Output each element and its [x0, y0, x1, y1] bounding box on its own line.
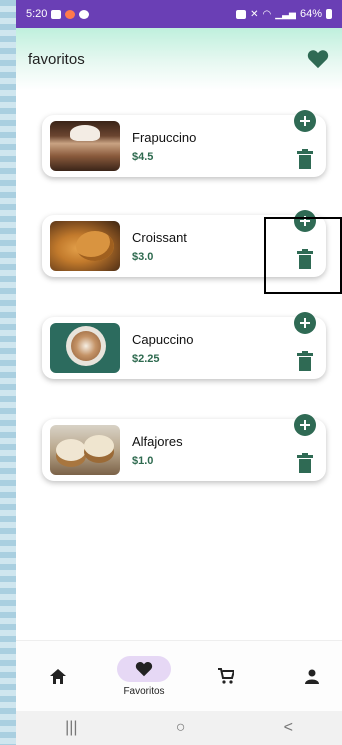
alarm-icon — [236, 9, 247, 19]
product-image-croissant — [50, 221, 120, 271]
product-image-frapuccino — [50, 121, 120, 171]
nav-item-favoritos[interactable]: Favoritos — [114, 641, 174, 711]
system-navigation-bar: ||| ○ < — [16, 711, 342, 745]
add-button[interactable] — [294, 110, 316, 132]
status-time: 5:20 — [26, 8, 48, 20]
product-name: Frapuccino — [132, 130, 197, 145]
back-button[interactable]: < — [284, 719, 293, 737]
heart-icon — [307, 50, 329, 69]
background-stripe — [0, 0, 16, 745]
mute-icon: ✕ — [250, 8, 259, 20]
plus-icon — [300, 420, 310, 430]
product-image-capuccino — [50, 323, 120, 373]
favorite-card-frapuccino[interactable]: Frapuccino $4.5 — [42, 110, 326, 177]
nav-item-cart[interactable] — [214, 641, 238, 711]
battery-icon — [326, 9, 332, 19]
add-button[interactable] — [294, 312, 316, 334]
nav-label-favoritos: Favoritos — [123, 685, 165, 697]
heart-icon — [135, 661, 153, 676]
product-name: Capuccino — [132, 332, 194, 347]
signal-icon: ▁▃▅ — [275, 8, 296, 19]
recent-apps-button[interactable]: ||| — [65, 719, 77, 737]
product-price: $1.0 — [132, 455, 154, 467]
trash-icon — [297, 453, 313, 473]
product-name: Croissant — [132, 230, 187, 245]
highlight-box — [264, 217, 342, 294]
nav-item-home[interactable] — [40, 641, 76, 711]
home-button[interactable]: ○ — [176, 719, 186, 737]
home-icon — [50, 668, 66, 684]
add-button[interactable] — [294, 414, 316, 436]
phone-screen: 5:20 ✕ ◠ ▁▃▅ 64% favoritos Frapuccino $4… — [16, 0, 342, 745]
product-price: $3.0 — [132, 251, 154, 263]
cart-icon — [218, 668, 234, 684]
favorites-heart-button[interactable] — [306, 48, 330, 70]
messenger-icon — [79, 9, 90, 19]
app-bar: favoritos — [16, 28, 342, 90]
trash-icon — [297, 351, 313, 371]
delete-button[interactable] — [296, 149, 314, 169]
gallery-icon — [51, 9, 62, 19]
status-bar: 5:20 ✕ ◠ ▁▃▅ 64% — [16, 0, 342, 28]
bottom-navigation: Favoritos — [16, 640, 342, 711]
favorite-card-capuccino[interactable]: Capuccino $2.25 — [42, 312, 326, 379]
person-icon — [305, 669, 319, 684]
notification-icon — [65, 9, 76, 19]
product-name: Alfajores — [132, 434, 183, 449]
nav-item-profile[interactable] — [300, 641, 324, 711]
plus-icon — [300, 116, 310, 126]
product-price: $2.25 — [132, 353, 160, 365]
delete-button[interactable] — [296, 453, 314, 473]
product-image-alfajores — [50, 425, 120, 475]
favorite-card-alfajores[interactable]: Alfajores $1.0 — [42, 414, 326, 481]
page-title: favoritos — [28, 50, 85, 68]
product-price: $4.5 — [132, 151, 154, 163]
delete-button[interactable] — [296, 351, 314, 371]
wifi-icon: ◠ — [262, 8, 272, 20]
plus-icon — [300, 318, 310, 328]
trash-icon — [297, 149, 313, 169]
battery-level: 64% — [299, 8, 322, 20]
nav-active-indicator — [117, 655, 171, 682]
